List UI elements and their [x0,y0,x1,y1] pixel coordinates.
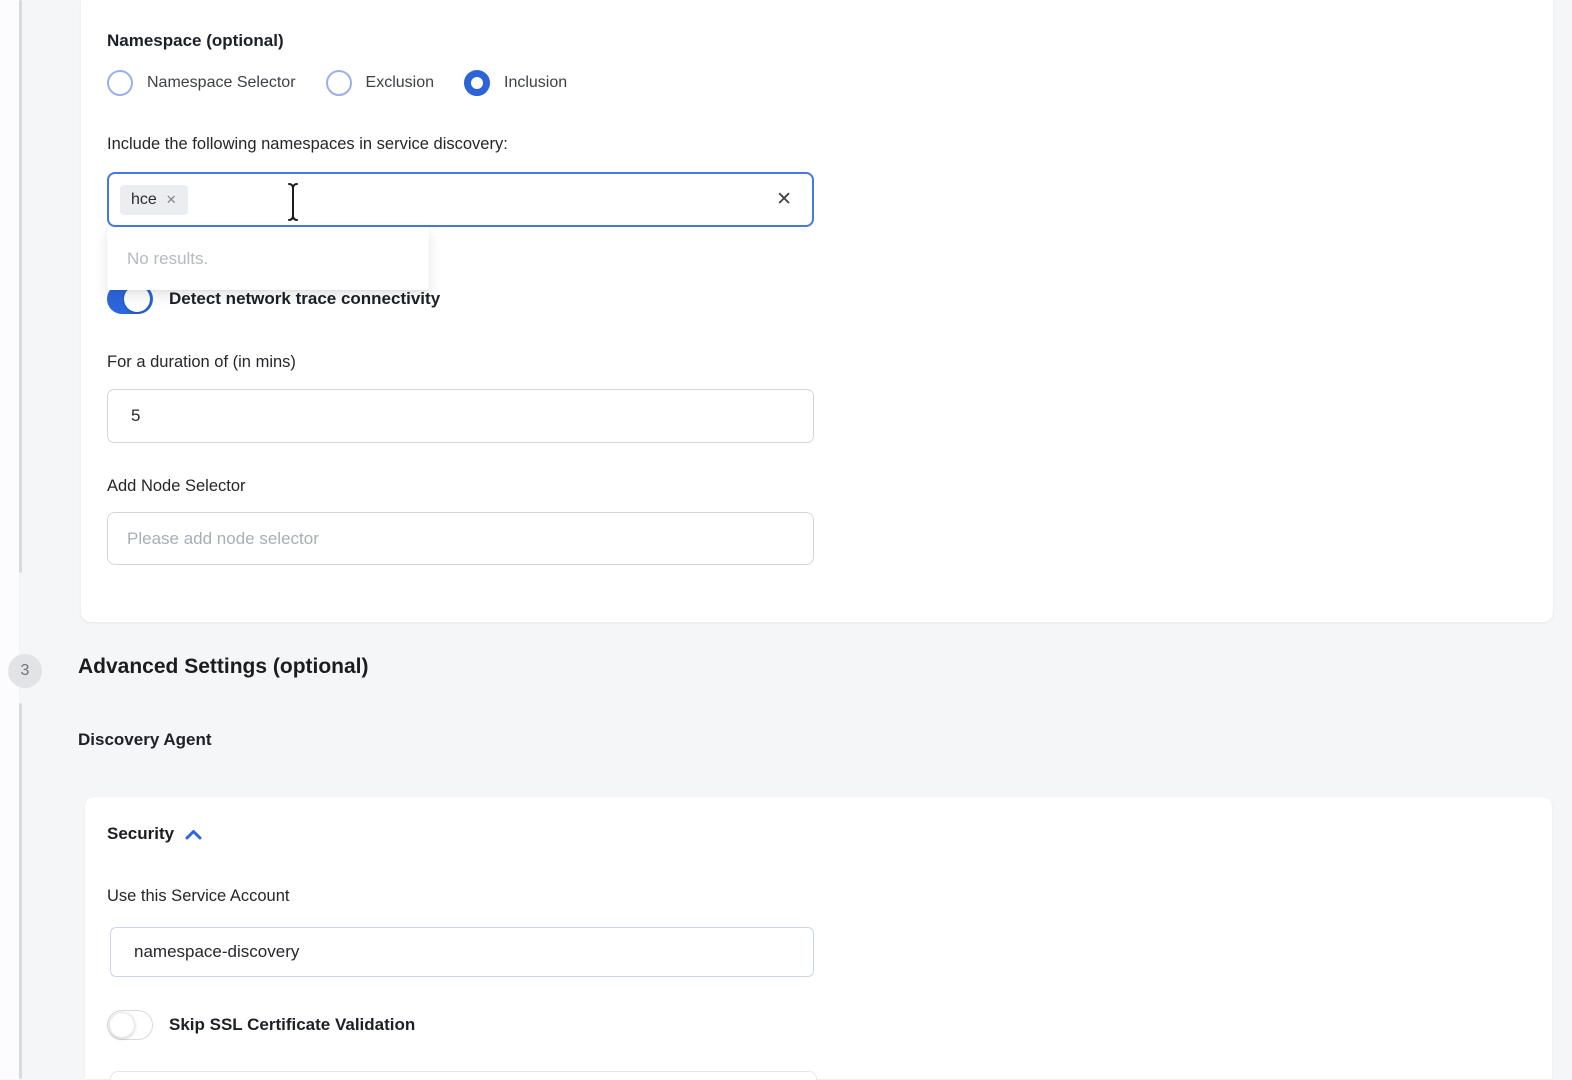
radio-exclusion[interactable]: Exclusion [326,70,434,96]
radio-circle-icon[interactable] [107,70,133,96]
namespace-chip[interactable]: hce ✕ [120,185,188,215]
remove-chip-icon[interactable]: ✕ [166,193,177,206]
clear-input-icon[interactable]: ✕ [776,190,792,209]
network-trace-toggle-label: Detect network trace connectivity [169,289,440,309]
radio-label: Exclusion [366,74,434,92]
node-selector-label: Add Node Selector [107,477,246,496]
duration-label: For a duration of (in mins) [107,353,296,372]
radio-namespace-selector[interactable]: Namespace Selector [107,70,296,96]
ssl-toggle[interactable] [107,1010,153,1040]
stepper-connector-bottom [19,703,22,1079]
stepper-connector-top [19,0,22,573]
discovery-agent-label: Discovery Agent [78,730,212,750]
namespace-multiselect-input[interactable]: hce ✕ ✕ [107,172,814,227]
namespace-dropdown-panel: No results. [107,227,429,290]
text-cursor-icon [285,181,301,223]
security-card: Security Use this Service Account Skip S… [85,797,1552,1079]
security-section-header[interactable]: Security [107,824,202,844]
radio-inclusion[interactable]: Inclusion [464,70,567,96]
dropdown-no-results-message: No results. [127,249,208,269]
node-selector-input[interactable] [107,512,814,565]
toggle-knob [109,1012,135,1038]
radio-circle-icon[interactable] [326,70,352,96]
ssl-toggle-label: Skip SSL Certificate Validation [169,1015,415,1035]
include-namespaces-label: Include the following namespaces in serv… [107,135,508,154]
ssl-toggle-row: Skip SSL Certificate Validation [107,1010,415,1040]
namespace-mode-radio-group: Namespace Selector Exclusion Inclusion [107,69,567,97]
chip-label: hce [131,191,157,209]
radio-selected-icon[interactable] [464,70,490,96]
namespace-form-card: Namespace (optional) Namespace Selector … [81,0,1553,622]
duration-input[interactable] [107,389,814,443]
advanced-settings-title: Advanced Settings (optional) [78,655,369,679]
chevron-up-icon [185,829,202,840]
radio-label: Inclusion [504,74,567,92]
service-account-label: Use this Service Account [107,887,290,906]
namespace-section-title: Namespace (optional) [107,31,284,51]
service-account-input[interactable] [110,927,814,977]
security-section-title: Security [107,824,174,844]
left-gutter [0,0,19,1079]
radio-label: Namespace Selector [147,74,296,92]
step-3-badge: 3 [8,654,42,688]
